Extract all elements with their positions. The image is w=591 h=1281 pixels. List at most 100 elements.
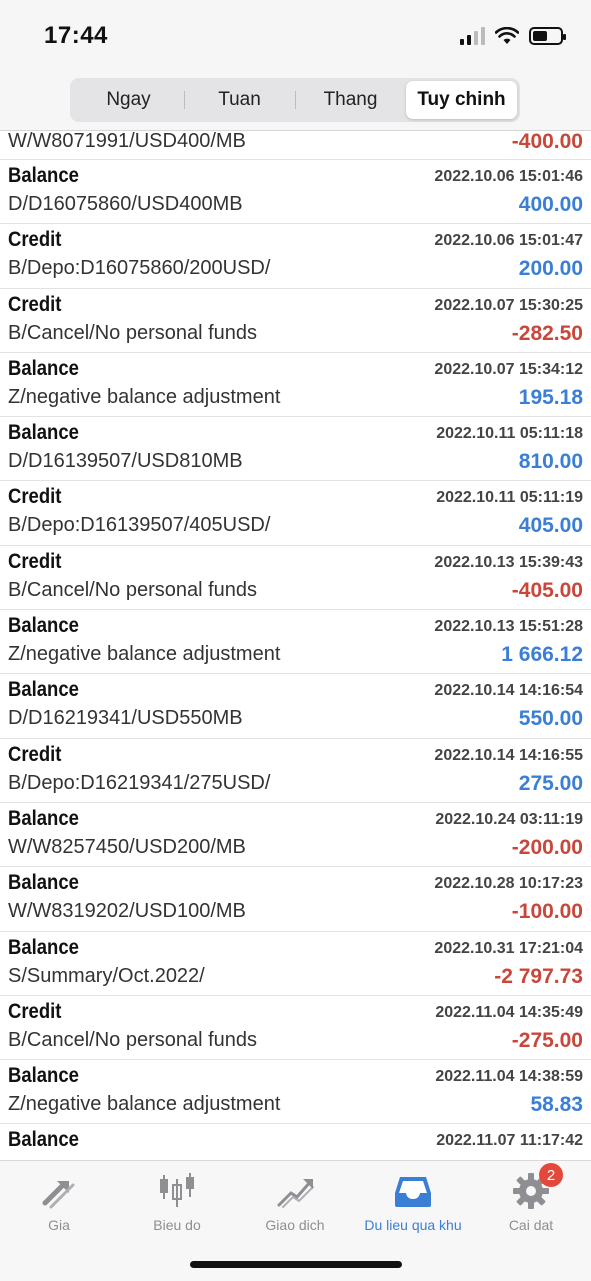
period-segmented-control: Ngay Tuan Thang Tuy chinh [70,78,520,122]
row-time: 2022.10.11 05:11:18 [436,425,583,443]
row-type: Credit [8,549,62,573]
tab-tuan[interactable]: Tuan [184,81,295,119]
row-comment: B/Depo:D16219341/275USD/ [8,771,271,794]
history-row[interactable]: Balance 2022.10.14 14:16:54 D/D16219341/US… [0,674,591,739]
row-amount: -400.00 [511,131,583,153]
row-time: 2022.10.28 10:17:23 [434,875,583,893]
nav-label: Giao dich [265,1217,325,1233]
row-type: Credit [8,228,62,252]
row-comment: B/Cancel/No personal funds [8,321,258,344]
row-comment: B/Cancel/No personal funds [8,578,258,601]
nav-cai-dat[interactable]: 2 Cai dat [472,1163,590,1239]
tab-tuy-chinh[interactable]: Tuy chinh [406,81,517,119]
history-row[interactable]: Credit 2022.10.07 15:30:25 B/Cancel/No per… [0,289,591,353]
row-amount: 58.83 [530,1093,583,1117]
nav-giao-dich[interactable]: Giao dich [236,1169,354,1239]
history-row[interactable]: Balance 2022.10.13 15:51:28 Z/negative bal… [0,610,591,675]
history-list[interactable]: W/W8071991/USD400/MB -400.00 Balance 2022… [0,131,591,1159]
row-comment: D/D16075860/USD400MB [8,193,243,215]
history-row[interactable]: Balance 2022.11.07 11:17:42 [0,1124,591,1159]
row-comment: D/D16139507/USD810MB [8,450,243,473]
row-amount: 810.00 [518,450,583,474]
row-type: Credit [8,292,62,316]
row-type: Balance [8,356,79,380]
row-time: 2022.10.07 15:30:25 [434,296,583,314]
row-time: 2022.10.14 14:16:54 [434,682,583,700]
tab-ngay[interactable]: Ngay [73,81,184,119]
nav-label: Bieu do [153,1217,201,1233]
row-comment: W/W8071991/USD400/MB [8,131,246,152]
row-comment: D/D16219341/USD550MB [8,707,243,730]
row-amount: 195.18 [518,385,583,409]
row-amount: -275.00 [511,1028,583,1052]
history-row[interactable]: Balance 2022.10.31 17:21:04 S/Summary/Oct.… [0,932,591,996]
row-time: 2022.10.11 05:11:19 [436,489,583,507]
history-row[interactable]: Credit 2022.10.11 05:11:19 B/Depo:D1613950… [0,481,591,546]
row-comment: Z/negative balance adjustment [8,385,281,408]
row-time: 2022.11.04 14:35:49 [435,1003,583,1021]
period-tabs-bar: Ngay Tuan Thang Tuy chinh [0,72,591,131]
row-type: Credit [8,485,62,509]
row-time: 2022.10.13 15:51:28 [434,618,583,636]
home-indicator [190,1261,402,1268]
inbox-icon [391,1169,435,1213]
nav-label: Gia [48,1217,70,1233]
candlestick-icon [155,1169,199,1213]
row-amount: -2 797.73 [494,964,583,988]
row-type: Balance [8,1064,79,1088]
nav-du-lieu-qua-khu[interactable]: Du lieu qua khu [354,1169,472,1239]
status-icons [460,25,566,47]
row-time: 2022.10.07 15:34:12 [434,360,583,378]
history-row[interactable]: Balance 2022.11.04 14:38:59 Z/negative bal… [0,1060,591,1125]
status-time: 17:44 [44,22,108,49]
row-time: 2022.10.14 14:16:55 [434,746,583,764]
wifi-icon [495,27,519,44]
history-row[interactable]: Credit 2022.10.13 15:39:43 B/Cancel/No per… [0,546,591,611]
row-type: Balance [8,421,79,445]
nav-bieu-do[interactable]: Bieu do [118,1169,236,1239]
history-row[interactable]: Balance 2022.10.28 10:17:23 W/W8319202/USD… [0,867,591,932]
history-row[interactable]: Balance 2022.10.24 03:11:19 W/W8257450/USD… [0,803,591,868]
history-row[interactable]: Balance 2022.10.11 05:11:18 D/D16139507/US… [0,417,591,482]
row-type: Balance [8,614,79,638]
row-type: Balance [8,164,79,187]
row-type: Balance [8,935,79,959]
history-row[interactable]: Credit 2022.10.14 14:16:55 B/Depo:D1621934… [0,739,591,803]
cellular-signal-icon [460,27,485,45]
history-row[interactable]: W/W8071991/USD400/MB -400.00 [0,131,591,160]
history-row[interactable]: Credit 2022.11.04 14:35:49 B/Cancel/No per… [0,996,591,1061]
arrows-icon [37,1169,81,1213]
row-amount: -100.00 [511,900,583,924]
row-amount: -200.00 [511,835,583,859]
tab-thang[interactable]: Thang [295,81,406,119]
status-bar: 17:44 [0,0,591,72]
notification-badge: 2 [539,1163,563,1187]
row-type: Credit [8,742,62,766]
row-type: Credit [8,999,62,1023]
row-amount: 550.00 [518,707,583,731]
row-time: 2022.10.31 17:21:04 [434,939,583,957]
nav-gia[interactable]: Gia [0,1169,118,1239]
row-comment: Z/negative balance adjustment [8,643,281,666]
nav-label: Du lieu qua khu [364,1217,462,1233]
row-comment: W/W8319202/USD100/MB [8,900,246,923]
row-amount: 1 666.12 [501,643,583,667]
row-type: Balance [8,678,79,702]
row-amount: 275.00 [518,771,583,795]
row-comment: Z/negative balance adjustment [8,1093,281,1116]
history-row[interactable]: Credit 2022.10.06 15:01:47 B/Depo:D1607586… [0,224,591,289]
row-comment: B/Depo:D16139507/405USD/ [8,514,271,537]
row-time: 2022.10.13 15:39:43 [434,553,583,571]
history-row[interactable]: Balance 2022.10.07 15:34:12 Z/negative bal… [0,353,591,418]
row-time: 2022.10.06 15:01:47 [434,232,583,250]
row-comment: S/Summary/Oct.2022/ [8,964,205,987]
row-amount: 200.00 [518,257,583,281]
gear-icon: 2 [509,1163,563,1213]
row-time: 2022.11.04 14:38:59 [435,1068,583,1086]
nav-label: Cai dat [508,1217,554,1233]
trend-icon [273,1169,317,1213]
row-amount: 405.00 [518,514,583,538]
row-comment: B/Cancel/No personal funds [8,1028,258,1051]
row-amount: -282.50 [511,321,583,345]
history-row[interactable]: Balance 2022.10.06 15:01:46 D/D16075860/US… [0,160,591,225]
